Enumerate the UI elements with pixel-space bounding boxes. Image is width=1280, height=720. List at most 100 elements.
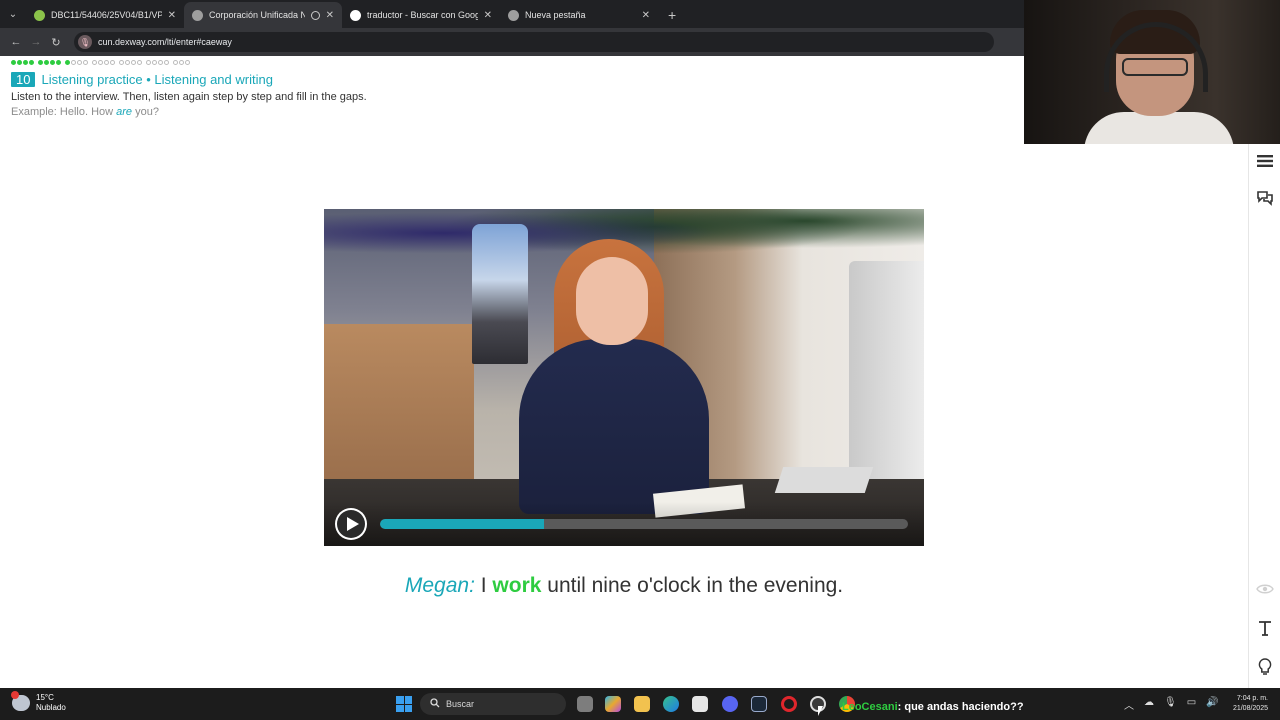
progress-dot xyxy=(92,60,97,65)
clock-date: 21/08/2025 xyxy=(1232,705,1268,712)
task-view-icon[interactable] xyxy=(577,696,593,712)
copilot-icon[interactable] xyxy=(605,696,621,712)
exercise-number: 10 xyxy=(11,72,36,87)
file-explorer-icon[interactable] xyxy=(634,696,650,712)
weather-condition: Nublado xyxy=(36,703,66,712)
weather-temperature: 15°C xyxy=(36,693,54,702)
progress-dot xyxy=(179,60,184,65)
progress-dot xyxy=(56,60,61,65)
subtitle-after: until nine o'clock in the evening. xyxy=(541,574,844,597)
onedrive-icon[interactable]: ☁ xyxy=(1144,697,1154,712)
url-field[interactable]: 🎙 cun.dexway.com/lti/enter#caeway xyxy=(74,32,994,52)
search-placeholder: Buscar xyxy=(446,699,475,709)
address-bar: ← → ↻ 🎙 cun.dexway.com/lti/enter#caeway xyxy=(0,28,1024,56)
google-icon xyxy=(350,9,361,21)
reload-icon[interactable]: ↻ xyxy=(48,34,64,50)
close-icon[interactable]: ✕ xyxy=(642,10,650,21)
video-progress-bar[interactable] xyxy=(380,519,908,529)
store-icon[interactable] xyxy=(692,696,708,712)
exercise-example: Example: Hello. How are you? xyxy=(11,106,159,118)
progress-dot xyxy=(110,60,115,65)
menu-icon[interactable] xyxy=(1256,152,1274,170)
exercise-title: 10 Listening practice • Listening and wr… xyxy=(11,72,273,87)
subtitle-highlight-word[interactable]: work xyxy=(492,574,541,597)
chat-bubbles-icon[interactable] xyxy=(1256,189,1274,207)
tab-label: Nueva pestaña xyxy=(525,10,586,20)
mouse-cursor xyxy=(818,706,823,716)
progress-dot xyxy=(137,60,142,65)
speaker-name: Megan: xyxy=(404,574,475,597)
example-suffix: you? xyxy=(132,106,159,118)
close-icon[interactable]: ✕ xyxy=(326,10,334,21)
webcam-overlay xyxy=(1024,0,1280,144)
lightbulb-icon[interactable] xyxy=(1256,658,1274,676)
chat-text: : que andas haciendo?? xyxy=(897,701,1024,713)
chevron-up-icon[interactable]: ︿ xyxy=(1124,697,1134,712)
progress-dot xyxy=(23,60,28,65)
progress-dot xyxy=(83,60,88,65)
opera-icon[interactable] xyxy=(781,696,797,712)
browser-tab-bar: ⌄ DBC11/54406/25V04/B1/VPCE ✕ Corporació… xyxy=(0,0,1024,28)
subtitle-line: Megan: I work until nine o'clock in the … xyxy=(324,574,924,598)
system-clock[interactable]: 7:04 p. m. 21/08/2025 xyxy=(1222,694,1268,714)
volume-icon[interactable]: 🔊 xyxy=(1206,697,1218,712)
progress-dot xyxy=(125,60,130,65)
tab-search-icon[interactable]: ⌄ xyxy=(0,0,26,28)
windows-taskbar: 15°C Nublado Buscar LeoCesani: que andas… xyxy=(0,688,1280,720)
microphone-icon[interactable]: 🎙 xyxy=(78,35,92,49)
windows-start-icon[interactable] xyxy=(396,696,412,712)
network-icon[interactable]: ▭ xyxy=(1187,697,1196,712)
back-arrow-icon[interactable]: ← xyxy=(8,34,24,50)
audio-playing-icon[interactable] xyxy=(310,10,320,20)
progress-dot-gap xyxy=(116,60,118,65)
exercise-heading: Listening practice • Listening and writi… xyxy=(41,72,273,87)
close-icon[interactable]: ✕ xyxy=(484,10,492,21)
progress-dot xyxy=(185,60,190,65)
clock-time: 7:04 p. m. xyxy=(1236,695,1268,702)
tab-label: traductor - Buscar con Google xyxy=(367,10,478,20)
video-player[interactable] xyxy=(324,209,924,546)
chrome-icon xyxy=(508,9,519,21)
exercise-instructions: Listen to the interview. Then, listen ag… xyxy=(11,91,367,103)
progress-dot xyxy=(173,60,178,65)
cloud-icon xyxy=(11,691,30,711)
edge-icon[interactable] xyxy=(663,696,679,712)
eye-icon[interactable] xyxy=(1256,580,1274,598)
progress-dot xyxy=(44,60,49,65)
play-button[interactable] xyxy=(335,508,367,540)
text-size-icon[interactable] xyxy=(1256,619,1274,637)
progress-dot xyxy=(146,60,151,65)
tab-label: Corporación Unificada Nac xyxy=(209,10,305,20)
progress-dot xyxy=(98,60,103,65)
tab-favicon xyxy=(34,9,45,21)
weather-widget[interactable]: 15°C Nublado xyxy=(11,691,66,713)
new-tab-button[interactable]: + xyxy=(658,2,686,28)
progress-dot xyxy=(50,60,55,65)
subtitle-before: I xyxy=(480,574,493,597)
close-icon[interactable]: ✕ xyxy=(168,10,176,21)
url-text: cun.dexway.com/lti/enter#caeway xyxy=(98,37,232,47)
tab-corporacion-unificada[interactable]: Corporación Unificada Nac ✕ xyxy=(184,2,342,28)
taskbar-search[interactable]: Buscar xyxy=(420,693,566,715)
play-icon xyxy=(346,517,359,531)
example-prefix: Example: Hello. How xyxy=(11,106,117,118)
progress-dot xyxy=(158,60,163,65)
microphone-icon[interactable]: 🎙 xyxy=(1164,697,1177,712)
progress-dot xyxy=(11,60,16,65)
progress-dot xyxy=(38,60,43,65)
forward-arrow-icon[interactable]: → xyxy=(28,34,44,50)
progress-dot-gap xyxy=(170,60,172,65)
steam-icon[interactable] xyxy=(751,696,767,712)
stream-chat-message: LeoCesani: que andas haciendo?? xyxy=(842,701,1024,713)
progress-dot xyxy=(65,60,70,65)
tab-favicon xyxy=(192,9,203,21)
tab-nueva-pestana[interactable]: Nueva pestaña ✕ xyxy=(500,2,658,28)
progress-dot xyxy=(104,60,109,65)
tab-dbc11[interactable]: DBC11/54406/25V04/B1/VPCE ✕ xyxy=(26,2,184,28)
tab-label: DBC11/54406/25V04/B1/VPCE xyxy=(51,10,162,20)
tab-traductor[interactable]: traductor - Buscar con Google ✕ xyxy=(342,2,500,28)
side-toolbar xyxy=(1248,144,1280,688)
progress-dot-gap xyxy=(35,60,37,65)
discord-icon[interactable] xyxy=(722,696,738,712)
search-icon xyxy=(430,698,440,710)
